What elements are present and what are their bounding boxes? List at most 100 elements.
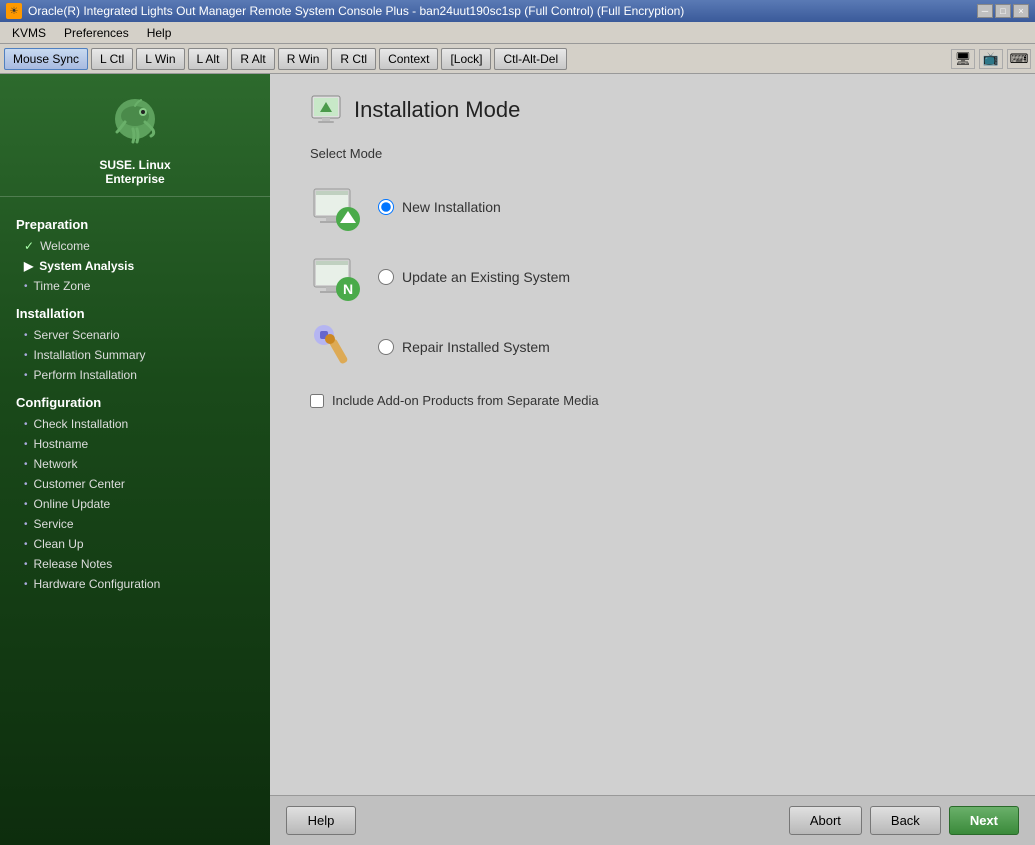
installation-summary-label: Installation Summary	[34, 348, 146, 362]
configuration-title: Configuration	[0, 389, 270, 414]
toolbar-btn-context[interactable]: Context	[379, 48, 438, 70]
welcome-label: Welcome	[40, 239, 90, 253]
select-mode-label: Select Mode	[310, 146, 995, 161]
sidebar-item-welcome[interactable]: ✓ Welcome	[0, 236, 270, 256]
repair-system-icon	[310, 321, 362, 373]
sidebar-item-installation-summary[interactable]: • Installation Summary	[0, 345, 270, 365]
sidebar: SUSE. Linux Enterprise Preparation ✓ Wel…	[0, 74, 270, 845]
toolbar-btn-r-win[interactable]: R Win	[278, 48, 329, 70]
menu-item-kvms[interactable]: KVMS	[4, 24, 54, 42]
sidebar-item-check-installation[interactable]: • Check Installation	[0, 414, 270, 434]
bullet-icon: •	[24, 350, 28, 361]
content-area: Installation Mode Select Mode	[270, 74, 1035, 845]
repair-system-label[interactable]: Repair Installed System	[378, 339, 550, 355]
update-system-radio[interactable]	[378, 269, 394, 285]
update-system-label[interactable]: Update an Existing System	[378, 269, 570, 285]
bullet-icon: •	[24, 439, 28, 450]
mode-update-system: N Update an Existing System	[310, 251, 995, 303]
online-update-label: Online Update	[34, 497, 111, 511]
server-scenario-label: Server Scenario	[34, 328, 120, 342]
suse-logo	[105, 94, 165, 154]
sidebar-item-timezone[interactable]: • Time Zone	[0, 276, 270, 296]
sidebar-item-hostname[interactable]: • Hostname	[0, 434, 270, 454]
toolbar-btn-l-alt[interactable]: L Alt	[188, 48, 229, 70]
preparation-title: Preparation	[0, 211, 270, 236]
sidebar-item-hardware-configuration[interactable]: • Hardware Configuration	[0, 574, 270, 594]
sidebar-logo: SUSE. Linux Enterprise	[0, 84, 270, 197]
toolbar-btn-r-alt[interactable]: R Alt	[231, 48, 274, 70]
help-button[interactable]: Help	[286, 806, 356, 835]
bottom-bar: Help Abort Back Next	[270, 795, 1035, 845]
new-installation-radio[interactable]	[378, 199, 394, 215]
release-notes-label: Release Notes	[34, 557, 113, 571]
addon-row: Include Add-on Products from Separate Me…	[310, 393, 995, 408]
sidebar-item-network[interactable]: • Network	[0, 454, 270, 474]
sidebar-item-service[interactable]: • Service	[0, 514, 270, 534]
check-icon: ✓	[24, 239, 34, 253]
hardware-configuration-label: Hardware Configuration	[34, 577, 161, 591]
monitor-icon[interactable]: 🖥	[951, 49, 975, 69]
bullet-icon: •	[24, 459, 28, 470]
toolbar-btn-l-ctl[interactable]: L Ctl	[91, 48, 133, 70]
timezone-label: Time Zone	[34, 279, 91, 293]
sidebar-item-online-update[interactable]: • Online Update	[0, 494, 270, 514]
sidebar-item-server-scenario[interactable]: • Server Scenario	[0, 325, 270, 345]
toolbar-btn--lock-[interactable]: [Lock]	[441, 48, 491, 70]
sidebar-logo-text: SUSE. Linux Enterprise	[99, 158, 170, 186]
sidebar-item-perform-installation[interactable]: • Perform Installation	[0, 365, 270, 385]
sidebar-section-installation: Installation • Server Scenario • Install…	[0, 296, 270, 385]
keyboard-icon[interactable]: ⌨	[1007, 49, 1031, 69]
sidebar-item-release-notes[interactable]: • Release Notes	[0, 554, 270, 574]
abort-button[interactable]: Abort	[789, 806, 862, 835]
bullet-icon: •	[24, 419, 28, 430]
mode-section: Select Mode	[310, 146, 995, 408]
system-analysis-label: System Analysis	[39, 259, 134, 273]
sidebar-item-customer-center[interactable]: • Customer Center	[0, 474, 270, 494]
toolbar-btn-ctl-alt-del[interactable]: Ctl-Alt-Del	[494, 48, 567, 70]
service-label: Service	[34, 517, 74, 531]
bullet-icon: •	[24, 370, 28, 381]
toolbar-btn-l-win[interactable]: L Win	[136, 48, 184, 70]
maximize-button[interactable]: □	[995, 4, 1011, 18]
toolbar: Mouse SyncL CtlL WinL AltR AltR WinR Ctl…	[0, 44, 1035, 74]
bullet-icon: •	[24, 330, 28, 341]
page-header: Installation Mode	[310, 94, 995, 126]
sidebar-item-clean-up[interactable]: • Clean Up	[0, 534, 270, 554]
back-button[interactable]: Back	[870, 806, 941, 835]
toolbar-btn-mouse-sync[interactable]: Mouse Sync	[4, 48, 88, 70]
bullet-icon: •	[24, 539, 28, 550]
menubar: KVMSPreferencesHelp	[0, 22, 1035, 44]
bullet-icon: •	[24, 579, 28, 590]
titlebar: ☀ Oracle(R) Integrated Lights Out Manage…	[0, 0, 1035, 22]
menu-item-preferences[interactable]: Preferences	[56, 24, 137, 42]
mode-repair-system: Repair Installed System	[310, 321, 995, 373]
addon-label[interactable]: Include Add-on Products from Separate Me…	[332, 393, 599, 408]
bullet-icon: •	[24, 499, 28, 510]
bottom-buttons-right: Abort Back Next	[789, 806, 1019, 835]
clean-up-label: Clean Up	[34, 537, 84, 551]
close-button[interactable]: ×	[1013, 4, 1029, 18]
addon-checkbox[interactable]	[310, 394, 324, 408]
bullet-icon: •	[24, 479, 28, 490]
display-icon[interactable]: 📺	[979, 49, 1003, 69]
sidebar-item-system-analysis[interactable]: ▶ System Analysis	[0, 256, 270, 276]
page-title: Installation Mode	[354, 97, 520, 123]
titlebar-title: Oracle(R) Integrated Lights Out Manager …	[28, 4, 971, 18]
next-button[interactable]: Next	[949, 806, 1019, 835]
svg-text:N: N	[343, 281, 353, 297]
new-installation-label[interactable]: New Installation	[378, 199, 501, 215]
sidebar-section-configuration: Configuration • Check Installation • Hos…	[0, 385, 270, 594]
repair-system-radio[interactable]	[378, 339, 394, 355]
sidebar-section-preparation: Preparation ✓ Welcome ▶ System Analysis …	[0, 207, 270, 296]
menu-item-help[interactable]: Help	[139, 24, 180, 42]
bullet-icon: •	[24, 281, 28, 292]
perform-installation-label: Perform Installation	[34, 368, 137, 382]
main-layout: SUSE. Linux Enterprise Preparation ✓ Wel…	[0, 74, 1035, 845]
arrow-icon: ▶	[24, 259, 33, 273]
mode-new-installation: New Installation	[310, 181, 995, 233]
toolbar-btn-r-ctl[interactable]: R Ctl	[331, 48, 376, 70]
network-label: Network	[34, 457, 78, 471]
installation-title: Installation	[0, 300, 270, 325]
new-installation-icon	[310, 181, 362, 233]
minimize-button[interactable]: ─	[977, 4, 993, 18]
